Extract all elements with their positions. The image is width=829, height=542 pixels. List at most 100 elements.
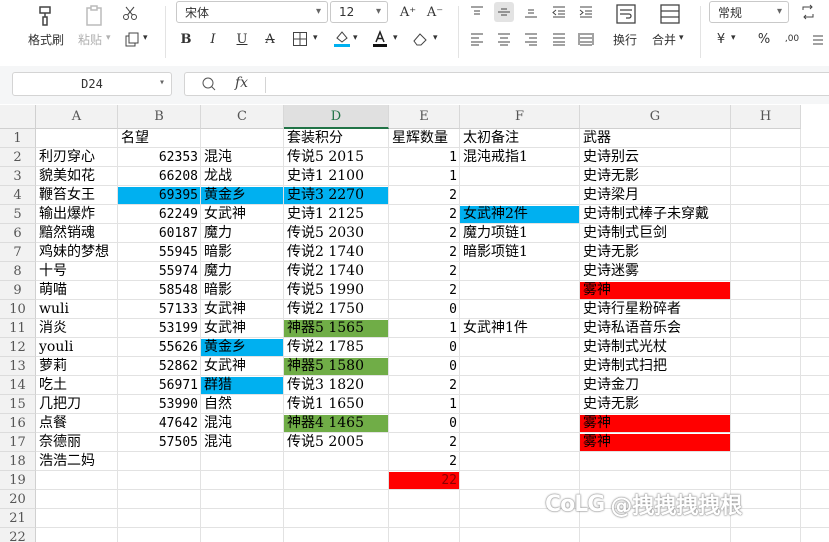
justify-icon[interactable] <box>549 29 569 49</box>
cell-g7[interactable]: 史诗无影 <box>580 243 731 262</box>
cell-d16[interactable]: 神器4 1465 <box>284 414 389 433</box>
cell-c6[interactable]: 魔力 <box>201 224 284 243</box>
cell-g9[interactable]: 雾神 <box>580 281 731 300</box>
cell-c12[interactable]: 黄金乡 <box>201 338 284 357</box>
cell-g5[interactable]: 史诗制式棒子未穿戴 <box>580 205 731 224</box>
cell-a3[interactable]: 貌美如花 <box>36 167 118 186</box>
fill-color-icon[interactable] <box>332 28 352 48</box>
cell-g8[interactable]: 史诗迷雾 <box>580 262 731 281</box>
cell-e16[interactable]: 0 <box>389 414 460 433</box>
row-header-14[interactable]: 14 <box>0 376 36 395</box>
cell-a6[interactable]: 黯然销魂 <box>36 224 118 243</box>
cell-f11[interactable]: 女武神1件 <box>460 319 580 338</box>
column-header-a[interactable]: A <box>36 105 118 129</box>
italic-button[interactable]: I <box>203 29 223 49</box>
row-header-15[interactable]: 15 <box>0 395 36 414</box>
cell-a16[interactable]: 点餐 <box>36 414 118 433</box>
cell-a5[interactable]: 输出爆炸 <box>36 205 118 224</box>
row-header-7[interactable]: 7 <box>0 243 36 262</box>
cell-d9[interactable]: 传说5 1990 <box>284 281 389 300</box>
clear-format-eraser-icon[interactable] <box>410 29 430 49</box>
cell-a13[interactable]: 萝莉 <box>36 357 118 376</box>
cell-f1[interactable]: 太初备注 <box>460 129 580 148</box>
cell-b5[interactable]: 62249 <box>118 205 201 224</box>
cell-d1[interactable]: 套装积分 <box>284 129 389 148</box>
cell-b10[interactable]: 57133 <box>118 300 201 319</box>
wrap-text-label[interactable]: 换行 <box>613 31 637 48</box>
fx-function-icon[interactable]: fx <box>235 75 248 91</box>
wrap-text-icon[interactable] <box>614 2 638 26</box>
name-box[interactable]: D24 ▾ <box>12 72 172 96</box>
cell-a2[interactable]: 利刃穿心 <box>36 148 118 167</box>
merge-label[interactable]: 合并 <box>652 31 676 48</box>
currency-button[interactable]: ¥ <box>711 29 731 49</box>
column-header-c[interactable]: C <box>201 105 284 129</box>
clear-dropdown-chevron-icon[interactable]: ▾ <box>433 33 438 43</box>
cell-c9[interactable]: 暗影 <box>201 281 284 300</box>
cell-c14[interactable]: 群猎 <box>201 376 284 395</box>
cell-e19[interactable]: 22 <box>389 471 460 490</box>
row-header-1[interactable]: 1 <box>0 129 36 148</box>
align-top-icon[interactable] <box>467 2 487 22</box>
cell-e11[interactable]: 1 <box>389 319 460 338</box>
cell-a14[interactable]: 吃土 <box>36 376 118 395</box>
cell-g1[interactable]: 武器 <box>580 129 731 148</box>
cell-b9[interactable]: 58548 <box>118 281 201 300</box>
strikethrough-button[interactable]: A <box>260 29 280 49</box>
cell-c7[interactable]: 暗影 <box>201 243 284 262</box>
cell-e3[interactable]: 1 <box>389 167 460 186</box>
row-header-11[interactable]: 11 <box>0 319 36 338</box>
cell-a9[interactable]: 萌喵 <box>36 281 118 300</box>
cell-d13[interactable]: 神器5 1580 <box>284 357 389 376</box>
row-header-19[interactable]: 19 <box>0 471 36 490</box>
cell-e9[interactable]: 2 <box>389 281 460 300</box>
merge-dropdown-chevron-icon[interactable]: ▾ <box>679 33 684 43</box>
more-number-icon[interactable] <box>808 29 828 49</box>
row-header-21[interactable]: 21 <box>0 509 36 528</box>
cell-d10[interactable]: 传说2 1750 <box>284 300 389 319</box>
row-header-13[interactable]: 13 <box>0 357 36 376</box>
cell-g3[interactable]: 史诗无影 <box>580 167 731 186</box>
row-header-20[interactable]: 20 <box>0 490 36 509</box>
currency-dropdown-chevron-icon[interactable]: ▾ <box>731 33 736 43</box>
cell-e18[interactable]: 2 <box>389 452 460 471</box>
font-name-select[interactable]: 宋体 ▾ <box>176 1 328 23</box>
cell-e5[interactable]: 2 <box>389 205 460 224</box>
cell-b2[interactable]: 62353 <box>118 148 201 167</box>
cell-g12[interactable]: 史诗制式光杖 <box>580 338 731 357</box>
cell-b11[interactable]: 53199 <box>118 319 201 338</box>
cell-b17[interactable]: 57505 <box>118 433 201 452</box>
spreadsheet-grid[interactable]: A B C D E F G H 1 2 3 4 5 6 7 8 9 10 11 12 13 14 15 16 17 18 19 20 2… <box>0 105 829 542</box>
cell-e4[interactable]: 2 <box>389 186 460 205</box>
cell-b1[interactable]: 名望 <box>118 129 201 148</box>
row-header-4[interactable]: 4 <box>0 186 36 205</box>
cell-b14[interactable]: 56971 <box>118 376 201 395</box>
cell-f2[interactable]: 混沌戒指1 <box>460 148 580 167</box>
cell-c3[interactable]: 龙战 <box>201 167 284 186</box>
distributed-align-icon[interactable] <box>576 29 596 49</box>
cell-d3[interactable]: 史诗1 2100 <box>284 167 389 186</box>
cell-g6[interactable]: 史诗制式巨剑 <box>580 224 731 243</box>
row-header-16[interactable]: 16 <box>0 414 36 433</box>
cell-g14[interactable]: 史诗金刀 <box>580 376 731 395</box>
cell-e6[interactable]: 2 <box>389 224 460 243</box>
cell-a15[interactable]: 几把刀 <box>36 395 118 414</box>
cell-c2[interactable]: 混沌 <box>201 148 284 167</box>
cell-g2[interactable]: 史诗别云 <box>580 148 731 167</box>
format-painter-icon[interactable] <box>32 4 60 28</box>
cell-a4[interactable]: 鞭笞女王 <box>36 186 118 205</box>
increase-font-size-icon[interactable]: A⁺ <box>398 2 418 22</box>
copy-dropdown-chevron-icon[interactable]: ▾ <box>143 33 148 43</box>
paste-dropdown-chevron-icon[interactable]: ▾ <box>106 33 111 43</box>
row-header-18[interactable]: 18 <box>0 452 36 471</box>
cell-c8[interactable]: 魔力 <box>201 262 284 281</box>
row-header-10[interactable]: 10 <box>0 300 36 319</box>
cell-c10[interactable]: 女武神 <box>201 300 284 319</box>
column-header-h[interactable]: H <box>731 105 801 129</box>
align-left-icon[interactable] <box>467 29 487 49</box>
cell-b16[interactable]: 47642 <box>118 414 201 433</box>
cell-d14[interactable]: 传说3 1820 <box>284 376 389 395</box>
cell-d2[interactable]: 传说5 2015 <box>284 148 389 167</box>
column-header-b[interactable]: B <box>118 105 201 129</box>
cell-c4[interactable]: 黄金乡 <box>201 186 284 205</box>
